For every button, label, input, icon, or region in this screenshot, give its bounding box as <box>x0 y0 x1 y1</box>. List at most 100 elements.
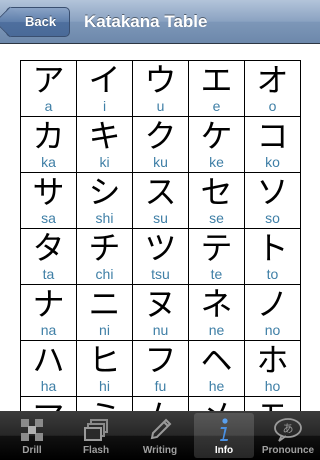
back-button-label: Back <box>25 14 57 29</box>
kana-cell[interactable]: ツ tsu <box>133 229 189 285</box>
kana-cell[interactable]: ス su <box>133 173 189 229</box>
kana-cell[interactable]: セ se <box>189 173 245 229</box>
kana-cell[interactable]: サ sa <box>21 173 77 229</box>
tab-info-label: Info <box>214 445 234 456</box>
tab-bar: Drill Flash Writing Info あ Pronounce <box>0 411 320 460</box>
kana-character: ナ <box>32 285 65 323</box>
romaji-label: u <box>156 98 165 114</box>
kana-cell[interactable]: キ ki <box>77 117 133 173</box>
kana-cell[interactable]: ホ ho <box>245 341 301 397</box>
kana-cell[interactable]: ノ no <box>245 285 301 341</box>
kana-cell[interactable]: ク ku <box>133 117 189 173</box>
kana-cell[interactable]: シ shi <box>77 173 133 229</box>
kana-character: エ <box>200 61 233 99</box>
kana-character: ホ <box>256 341 289 379</box>
romaji-label: fu <box>154 378 167 394</box>
kana-cell[interactable]: チ chi <box>77 229 133 285</box>
kana-cell[interactable]: タ ta <box>21 229 77 285</box>
navigation-bar: Back Katakana Table <box>0 0 320 44</box>
flash-cards-icon <box>84 419 108 441</box>
romaji-label: ko <box>265 154 280 170</box>
tab-pronounce[interactable]: あ Pronounce <box>256 411 320 460</box>
romaji-label: hi <box>99 378 110 394</box>
romaji-label: ha <box>40 378 57 394</box>
romaji-label: ku <box>153 154 168 170</box>
speech-bubble-icon: あ <box>274 418 302 442</box>
romaji-label: ni <box>99 322 110 338</box>
kana-character: キ <box>88 117 121 155</box>
romaji-label: to <box>266 266 279 282</box>
romaji-label: ta <box>42 266 55 282</box>
romaji-label: na <box>40 322 57 338</box>
tab-writing[interactable]: Writing <box>128 411 192 460</box>
romaji-label: a <box>44 98 53 114</box>
romaji-label: no <box>264 322 281 338</box>
kana-character: ニ <box>88 285 121 323</box>
kana-cell[interactable]: ソ so <box>245 173 301 229</box>
kana-character: ウ <box>144 61 177 99</box>
kana-character: ノ <box>256 285 289 323</box>
katakana-table: ア a イ i ウ u エ e オ o カ ka キ ki ク ku ケ ke コ ko サ sa シ shi ス su セ se ソ s… <box>20 60 301 453</box>
kana-cell[interactable]: フ fu <box>133 341 189 397</box>
kana-cell[interactable]: ヒ hi <box>77 341 133 397</box>
tab-pronounce-label: Pronounce <box>261 445 315 456</box>
kana-cell[interactable]: ケ ke <box>189 117 245 173</box>
kana-character: テ <box>200 229 233 267</box>
kana-character: ネ <box>200 285 233 323</box>
kana-character: ス <box>144 173 177 211</box>
kana-character: ヌ <box>144 285 177 323</box>
kana-character: ソ <box>256 173 289 211</box>
kana-character: セ <box>200 173 233 211</box>
romaji-label: ne <box>208 322 225 338</box>
romaji-label: ho <box>264 378 281 394</box>
kana-character: ト <box>256 229 289 267</box>
pronounce-glyph: あ <box>283 422 294 435</box>
kana-cell[interactable]: アa <box>21 61 77 117</box>
info-icon <box>220 418 228 441</box>
kana-cell[interactable]: カ ka <box>21 117 77 173</box>
pencil-icon <box>150 418 172 440</box>
romaji-label: su <box>153 210 168 226</box>
kana-cell[interactable]: ニ ni <box>77 285 133 341</box>
kana-cell[interactable]: ハ ha <box>21 341 77 397</box>
romaji-label: te <box>210 266 223 282</box>
kana-character: タ <box>32 229 65 267</box>
kana-cell[interactable]: オo <box>245 61 301 117</box>
kana-character: ヒ <box>88 341 121 379</box>
kana-character: コ <box>256 117 289 155</box>
romaji-label: so <box>265 210 280 226</box>
back-button[interactable]: Back <box>6 7 70 37</box>
page-title: Katakana Table <box>84 12 208 31</box>
kana-cell[interactable]: コ ko <box>245 117 301 173</box>
kana-cell[interactable]: ウu <box>133 61 189 117</box>
tab-info[interactable]: Info <box>192 411 256 460</box>
kana-cell[interactable]: ヘ he <box>189 341 245 397</box>
kana-character: ヘ <box>200 341 233 379</box>
kana-character: イ <box>88 61 121 99</box>
tab-writing-label: Writing <box>142 445 178 456</box>
kana-cell[interactable]: テ te <box>189 229 245 285</box>
kana-character: サ <box>32 173 65 211</box>
kana-cell[interactable]: ネ ne <box>189 285 245 341</box>
romaji-label: shi <box>95 210 114 226</box>
kana-character: フ <box>144 341 177 379</box>
drill-icon <box>21 419 43 441</box>
romaji-label: nu <box>152 322 169 338</box>
kana-character: シ <box>88 173 121 211</box>
romaji-label: he <box>208 378 225 394</box>
romaji-label: o <box>268 98 277 114</box>
kana-character: チ <box>88 229 121 267</box>
tab-drill[interactable]: Drill <box>0 411 64 460</box>
kana-cell[interactable]: エe <box>189 61 245 117</box>
tab-flash[interactable]: Flash <box>64 411 128 460</box>
kana-character: ハ <box>32 341 65 379</box>
kana-cell[interactable]: ナ na <box>21 285 77 341</box>
kana-character: オ <box>256 61 289 99</box>
tab-drill-label: Drill <box>22 445 42 456</box>
kana-cell[interactable]: ト to <box>245 229 301 285</box>
kana-character: ア <box>32 61 65 99</box>
kana-cell[interactable]: ヌ nu <box>133 285 189 341</box>
romaji-label: sa <box>41 210 56 226</box>
romaji-label: i <box>102 98 107 114</box>
kana-cell[interactable]: イi <box>77 61 133 117</box>
